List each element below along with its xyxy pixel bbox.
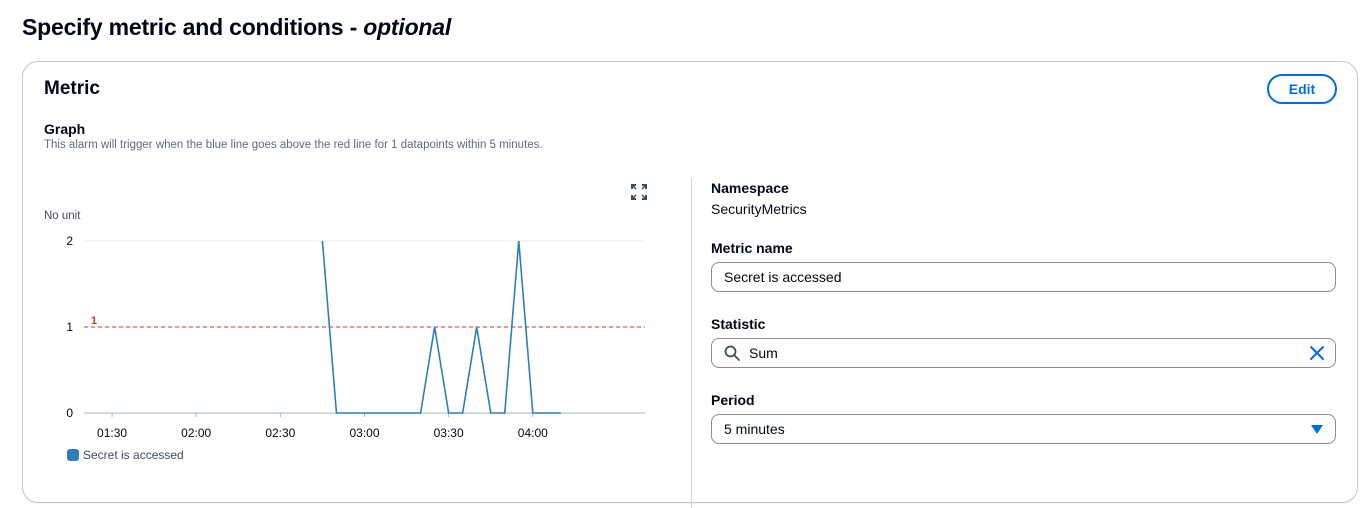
x-tick-label: 03:30 [434,426,464,440]
x-tick-label: 03:00 [349,426,379,440]
y-tick-label: 1 [66,320,73,334]
search-icon [724,345,740,361]
statistic-value: Sum [749,345,778,361]
page-title: Specify metric and conditions - optional [22,14,451,41]
divider [691,178,692,508]
expand-icon[interactable] [631,184,647,200]
y-axis-label: No unit [44,210,81,222]
metric-name-value: Secret is accessed [724,269,842,285]
x-tick-label: 01:30 [97,426,127,440]
statistic-input[interactable]: Sum [711,338,1336,368]
period-value: 5 minutes [724,421,785,437]
caret-down-icon [1311,425,1323,435]
period-label: Period [711,392,755,408]
legend-swatch [67,449,79,461]
chart-legend: Secret is accessed [67,448,184,462]
legend-label: Secret is accessed [83,448,184,462]
period-select[interactable]: 5 minutes [711,414,1336,444]
x-tick-label: 02:30 [265,426,295,440]
statistic-label: Statistic [711,316,765,332]
page-title-text: Specify metric and conditions - [22,14,363,40]
metric-name-label: Metric name [711,240,793,256]
edit-button[interactable]: Edit [1267,74,1337,104]
threshold-label: 1 [91,315,97,327]
x-tick-label: 02:00 [181,426,211,440]
metric-container: Metric Edit Graph This alarm will trigge… [22,61,1358,503]
metric-name-field[interactable]: Secret is accessed [711,262,1336,292]
x-tick-label: 04:00 [518,426,548,440]
y-tick-label: 0 [66,406,73,420]
metric-chart: No unit 0 1 2 01:30 02:00 02:30 03:00 03:30 04:00… [23,62,683,472]
namespace-value: SecurityMetrics [711,201,807,217]
page-title-optional: optional [363,14,451,40]
close-icon[interactable] [1309,345,1325,361]
y-tick-label: 2 [66,234,73,248]
namespace-label: Namespace [711,180,789,196]
